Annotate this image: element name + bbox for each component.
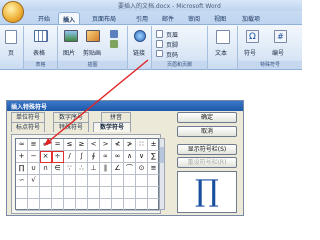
annotation-arrow (44, 59, 149, 146)
